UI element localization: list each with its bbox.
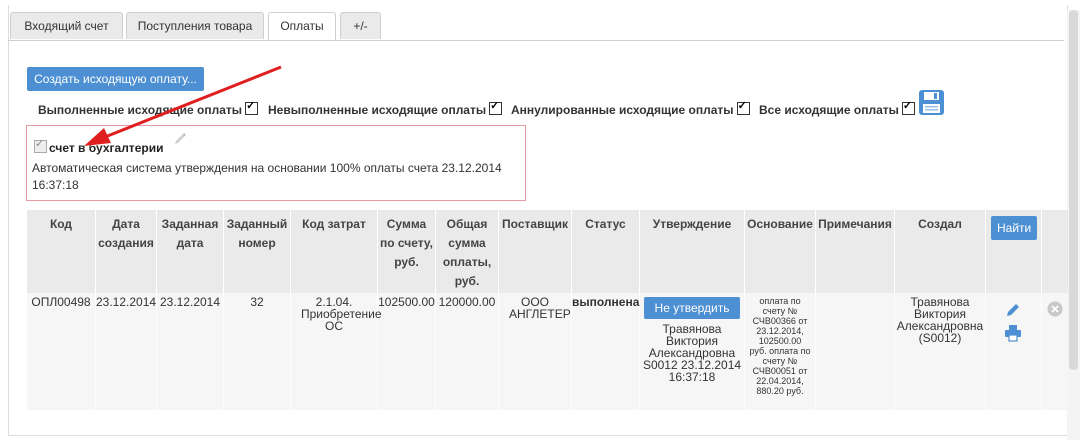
unapprove-button[interactable]: Не утвердить — [644, 297, 740, 319]
cell-sum-invoice: 102500.00 — [378, 295, 435, 309]
filter-all-label: Все исходящие оплаты — [759, 103, 899, 117]
filter-all-checkbox[interactable] — [901, 99, 915, 115]
header-set-number: Заданный номер — [226, 217, 288, 250]
header-created: Дата создания — [98, 217, 154, 250]
header-approval: Утверждение — [652, 217, 732, 231]
accounting-checkbox — [34, 137, 47, 153]
cell-status: выполнена — [572, 295, 640, 309]
header-sum-total: Общая сумма оплаты, руб. — [442, 217, 492, 288]
header-status: Статус — [585, 217, 626, 231]
scrollbar-thumb[interactable] — [1069, 10, 1078, 370]
cell-code: ОПЛ00498 — [31, 295, 91, 309]
column-code — [27, 210, 96, 410]
pencil-icon — [175, 133, 186, 144]
approval-note: Автоматическая система утверждения на ос… — [32, 161, 502, 192]
column-status — [572, 210, 640, 410]
filter-cancelled-checkbox[interactable] — [736, 99, 750, 115]
filter-completed-checkbox[interactable] — [245, 99, 259, 115]
cell-set-date: 23.12.2014 — [159, 295, 221, 309]
cell-approval: Травянова Виктория Александровна S0012 2… — [642, 322, 742, 384]
filter-not-completed-checkbox[interactable] — [489, 99, 503, 115]
column-notes — [816, 210, 895, 410]
frame-bottom-border — [8, 435, 1067, 436]
filter-completed-label: Выполненные исходящие оплаты — [38, 103, 243, 117]
tab-incoming-invoice[interactable]: Входящий счет — [10, 12, 123, 39]
header-notes: Примечания — [818, 217, 892, 231]
cell-set-number: 32 — [250, 295, 264, 309]
print-icon[interactable] — [1004, 324, 1022, 342]
header-cost-code: Код затрат — [302, 217, 366, 231]
cell-cost-code: 2.1.04. Приобретение ОС — [301, 295, 382, 333]
delete-icon[interactable] — [1047, 301, 1063, 317]
find-button[interactable]: Найти — [991, 216, 1037, 240]
save-icon[interactable] — [918, 89, 945, 116]
cell-created: 23.12.2014 — [96, 295, 157, 309]
create-outgoing-payment-button[interactable]: Создать исходящую оплату... — [27, 67, 204, 91]
header-code: Код — [49, 217, 73, 231]
header-sum-invoice: Сумма по счету, руб. — [379, 217, 434, 269]
cell-sum-total: 120000.00 — [438, 295, 496, 309]
vertical-scrollbar[interactable] — [1067, 10, 1080, 440]
filter-all[interactable]: Все исходящие оплаты — [759, 99, 915, 117]
filter-not-completed-label: Невыполненные исходящие оплаты — [268, 103, 487, 117]
tab-divider — [8, 40, 1064, 41]
cell-supplier: ООО АНГЛЕТЕР — [509, 295, 571, 321]
tab-payments[interactable]: Оплаты — [268, 12, 336, 41]
header-creator: Создал — [918, 217, 962, 231]
tab-plus-minus[interactable]: +/- — [340, 12, 381, 39]
tab-goods-receipts[interactable]: Поступления товара — [126, 12, 264, 39]
filter-completed[interactable]: Выполненные исходящие оплаты — [38, 99, 259, 117]
filter-cancelled-label: Аннулированные исходящие оплаты — [511, 103, 734, 117]
accounting-status-box: счет в бухгалтерии Автоматическая систем… — [26, 125, 526, 201]
accounting-checkbox-label: счет в бухгалтерии — [49, 141, 164, 155]
payments-table: Код Дата создания Заданная дата Заданный… — [27, 210, 1068, 410]
header-supplier: Поставщик — [502, 217, 568, 231]
filter-not-completed[interactable]: Невыполненные исходящие оплаты — [268, 99, 503, 117]
header-basis: Основание — [747, 217, 813, 231]
cell-basis: оплата по счету № СЧВ00366 от 23.12.2014… — [749, 296, 811, 396]
edit-icon[interactable] — [1004, 301, 1022, 319]
cell-creator: Травянова Виктория Александровна (S0012) — [896, 295, 984, 345]
header-set-date: Заданная дата — [161, 217, 219, 250]
filter-cancelled[interactable]: Аннулированные исходящие оплаты — [511, 99, 750, 117]
